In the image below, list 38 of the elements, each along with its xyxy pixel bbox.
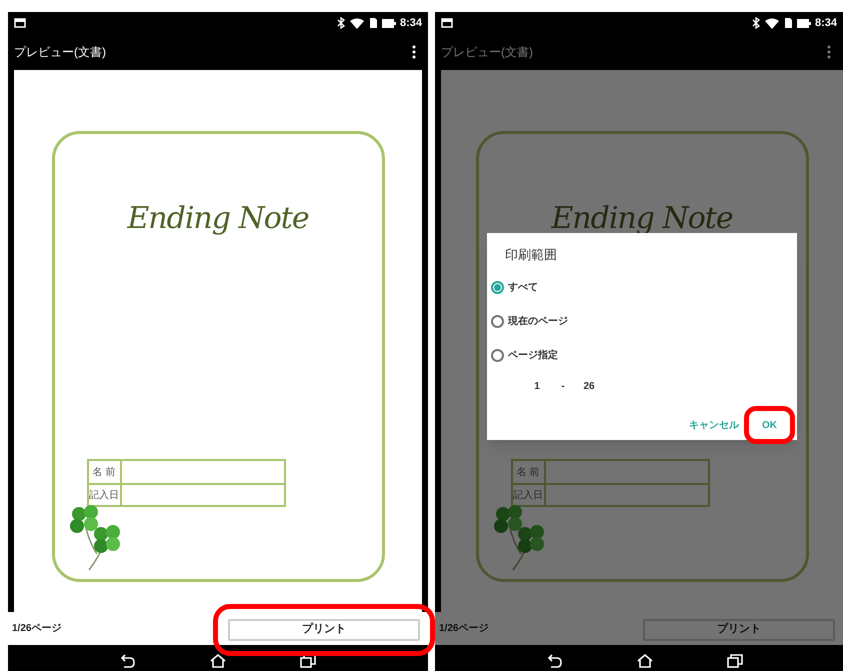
page-from-field[interactable]: 1 (525, 378, 549, 394)
radio-option[interactable]: ページ指定 (491, 338, 791, 373)
radio-button[interactable] (491, 281, 504, 294)
status-time: 8:34 (814, 18, 837, 28)
document-title: Ending Note (551, 200, 733, 238)
sim-card-icon (368, 17, 378, 29)
window-icon (14, 18, 26, 28)
page-indicator: 1/26ページ (12, 622, 62, 636)
radio-button[interactable] (491, 349, 504, 362)
sim-card-icon (784, 17, 793, 29)
wifi-icon (764, 18, 779, 28)
bluetooth-icon (336, 17, 345, 29)
radio-option[interactable]: 現在のページ (491, 304, 791, 339)
back-icon[interactable] (120, 654, 136, 668)
app-title: プレビュー(文書) (14, 44, 106, 61)
back-icon[interactable] (547, 654, 563, 668)
battery-icon (796, 18, 811, 28)
wifi-icon (350, 18, 364, 28)
document-title: Ending Note (127, 200, 309, 238)
field-label: 名 前 (88, 461, 122, 483)
recent-apps-icon[interactable] (300, 654, 316, 668)
field-label: 名 前 (512, 461, 546, 483)
bluetooth-icon (752, 17, 760, 29)
home-icon[interactable] (637, 654, 653, 668)
window-icon (441, 18, 453, 28)
print-button[interactable]: プリント (643, 618, 835, 641)
page-indicator: 1/26ページ (439, 622, 488, 636)
home-icon[interactable] (210, 654, 226, 668)
app-title: プレビュー(文書) (441, 44, 533, 61)
battery-icon (382, 18, 396, 28)
radio-button[interactable] (491, 315, 504, 328)
more-options-icon[interactable] (412, 45, 416, 59)
radio-option[interactable]: すべて (491, 270, 791, 305)
range-separator: - (560, 380, 566, 394)
recent-apps-icon[interactable] (727, 654, 743, 668)
page-to-field[interactable]: 26 (577, 378, 601, 394)
dialog-title: 印刷範囲 (505, 246, 558, 264)
status-time: 8:34 (400, 18, 422, 28)
